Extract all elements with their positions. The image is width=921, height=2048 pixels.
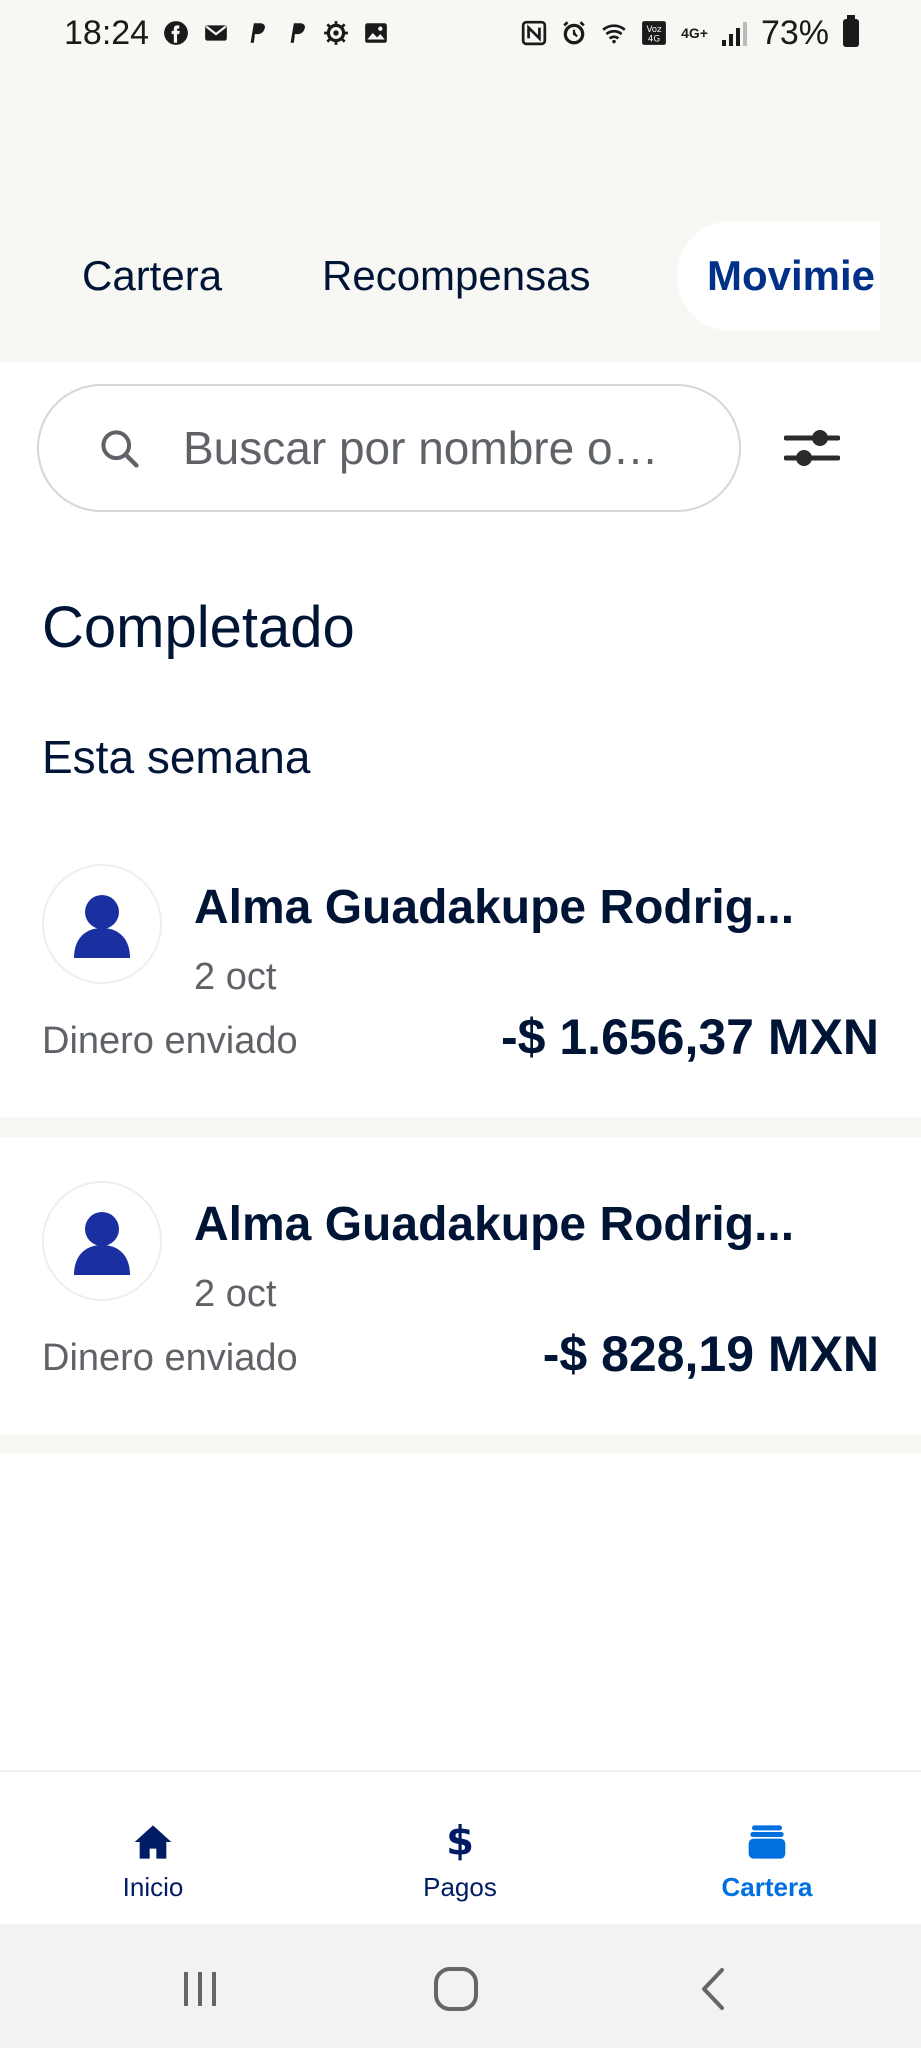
filter-sliders-icon bbox=[784, 430, 840, 466]
back-icon[interactable] bbox=[684, 1964, 744, 2014]
svg-text:Voz: Voz bbox=[647, 25, 663, 35]
transaction-item[interactable]: Alma Guadakupe Rodrig... 2 oct Dinero en… bbox=[0, 1157, 921, 1439]
system-nav bbox=[0, 1924, 921, 2048]
battery-icon bbox=[843, 15, 859, 47]
header: Cartera Recompensas Movimie bbox=[0, 66, 921, 362]
transaction-type: Dinero enviado bbox=[42, 1020, 298, 1062]
gallery-icon bbox=[365, 23, 387, 43]
status-time: 18:24 bbox=[64, 13, 150, 52]
paypal-icon bbox=[290, 23, 306, 43]
nfc-icon bbox=[521, 20, 547, 46]
svg-text:$: $ bbox=[446, 1818, 474, 1864]
nav-item-cartera[interactable]: Cartera bbox=[667, 1772, 867, 1926]
subsection-title: Esta semana bbox=[42, 731, 311, 783]
nav-item-inicio[interactable]: Inicio bbox=[53, 1772, 253, 1926]
transaction-name: Alma Guadakupe Rodrig... bbox=[194, 881, 795, 934]
divider bbox=[0, 1434, 921, 1454]
mail-icon bbox=[205, 25, 227, 41]
section-title: Completado bbox=[42, 595, 355, 660]
tab-recompensas[interactable]: Recompensas bbox=[322, 221, 590, 331]
signal-icon bbox=[721, 20, 747, 46]
transaction-type: Dinero enviado bbox=[42, 1337, 298, 1379]
tab-movimientos[interactable]: Movimie bbox=[677, 221, 880, 331]
bottom-nav: Inicio $ Pagos Cartera bbox=[0, 1770, 921, 1926]
person-icon bbox=[74, 895, 130, 958]
avatar bbox=[42, 864, 162, 984]
paypal-icon bbox=[250, 23, 266, 43]
divider bbox=[0, 1117, 921, 1137]
transaction-item[interactable]: Alma Guadakupe Rodrig... 2 oct Dinero en… bbox=[0, 840, 921, 1122]
nav-label-inicio: Inicio bbox=[122, 1872, 184, 1902]
settings-icon bbox=[324, 21, 349, 45]
status-right: Voz 4G 4G+ 73% bbox=[521, 14, 859, 53]
network-badge: 4G+ bbox=[681, 25, 708, 41]
filter-button[interactable] bbox=[776, 420, 848, 476]
home-icon bbox=[134, 1825, 172, 1859]
transaction-amount: -$ 828,19 MXN bbox=[542, 1326, 879, 1382]
nav-label-cartera: Cartera bbox=[721, 1872, 813, 1902]
avatar bbox=[42, 1181, 162, 1301]
svg-text:4G: 4G bbox=[648, 35, 660, 45]
search-input[interactable] bbox=[181, 420, 725, 476]
transaction-date: 2 oct bbox=[194, 1273, 277, 1315]
status-left: 18:24 bbox=[64, 14, 389, 53]
battery-percent: 73% bbox=[760, 13, 829, 52]
nav-item-pagos[interactable]: $ Pagos bbox=[360, 1772, 560, 1926]
alarm-icon bbox=[563, 21, 585, 45]
transaction-date: 2 oct bbox=[194, 956, 277, 998]
facebook-icon bbox=[164, 21, 189, 45]
transaction-name: Alma Guadakupe Rodrig... bbox=[194, 1198, 795, 1251]
tab-cartera[interactable]: Cartera bbox=[82, 221, 222, 331]
person-icon bbox=[74, 1212, 130, 1275]
nav-label-pagos: Pagos bbox=[423, 1872, 497, 1902]
wifi-icon bbox=[602, 24, 626, 44]
dollar-icon: $ bbox=[446, 1818, 474, 1864]
home-button-icon[interactable] bbox=[426, 1964, 486, 2014]
wallet-icon bbox=[748, 1825, 786, 1859]
search-bar[interactable] bbox=[37, 384, 741, 512]
search-icon bbox=[101, 430, 139, 468]
volte-icon: Voz4G bbox=[642, 21, 666, 45]
status-bar: 18:24 Voz 4G 4G+ 73% bbox=[0, 0, 921, 66]
tab-bar: Cartera Recompensas Movimie bbox=[0, 221, 880, 331]
transaction-amount: -$ 1.656,37 MXN bbox=[501, 1009, 879, 1065]
recent-apps-icon[interactable] bbox=[170, 1964, 230, 2014]
